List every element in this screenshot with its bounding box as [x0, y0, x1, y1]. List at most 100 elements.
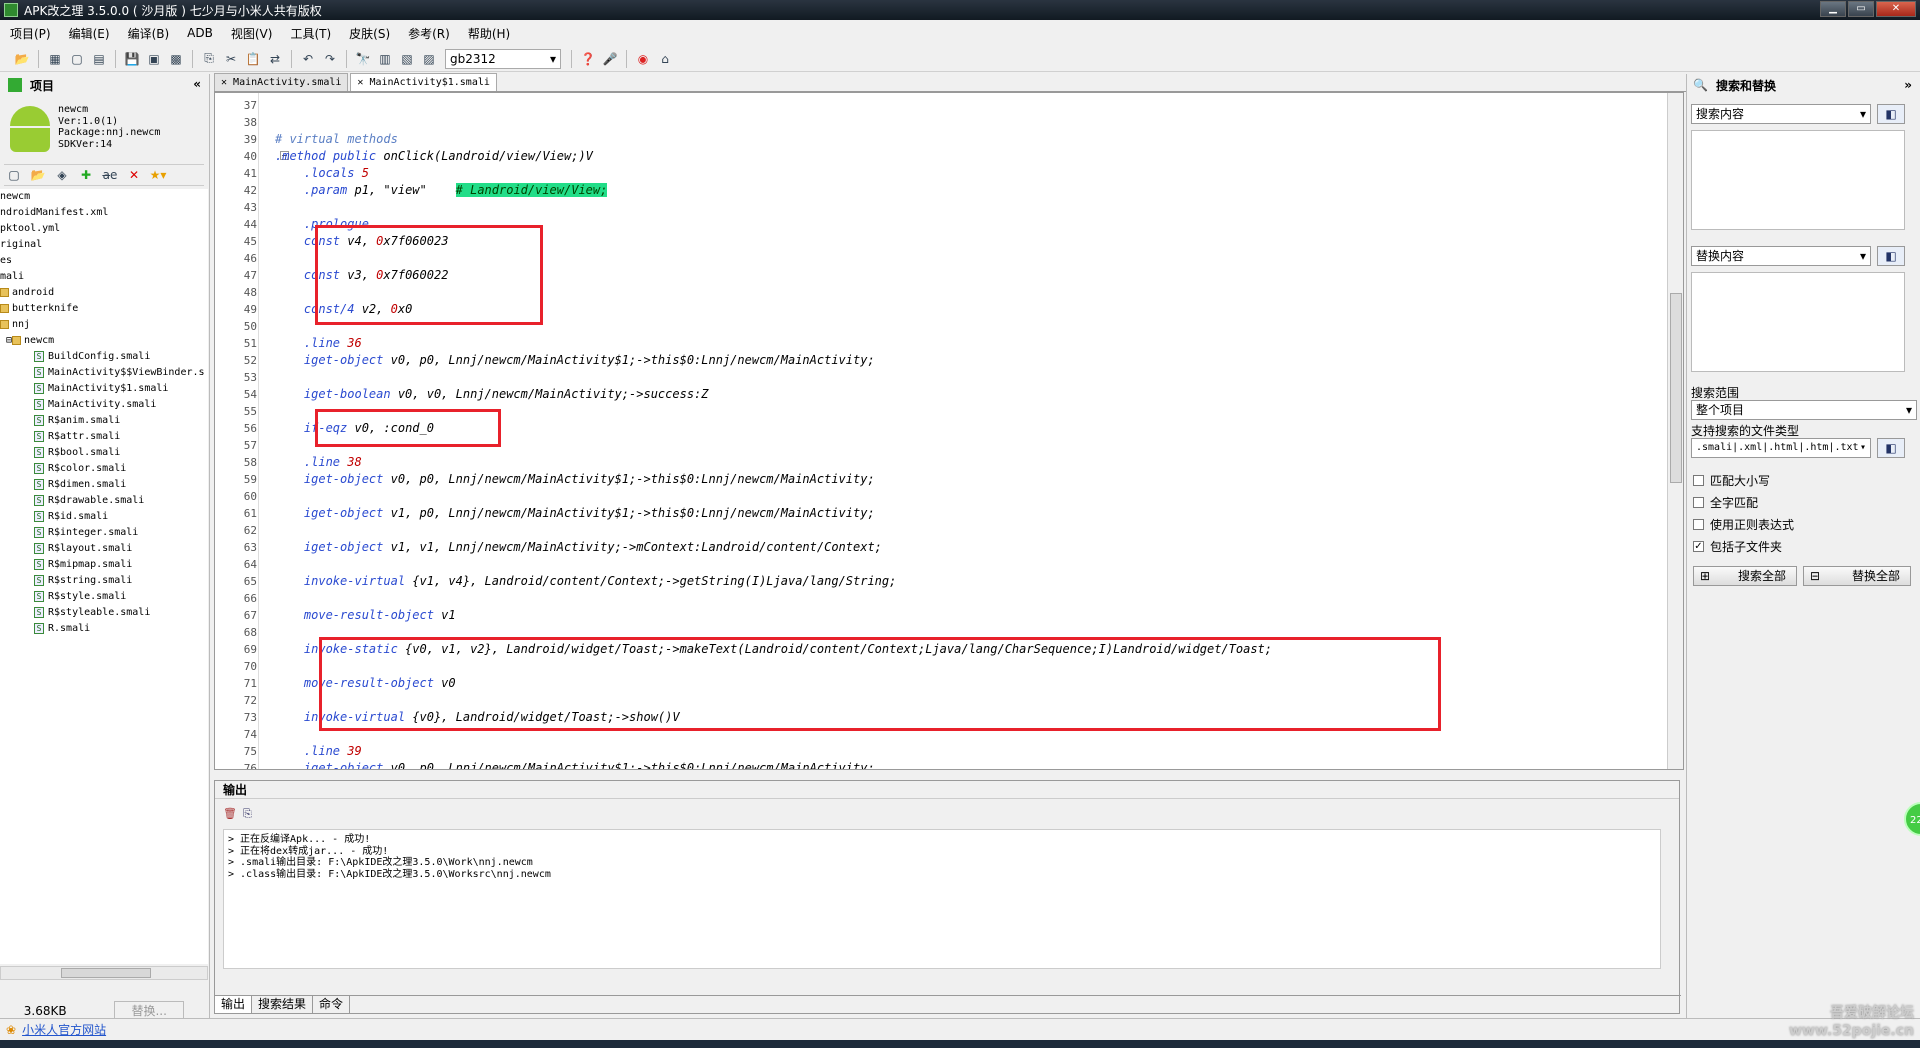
tree-file[interactable]: S R$style.smali [0, 589, 208, 605]
sign-icon[interactable]: ▨ [419, 49, 439, 69]
menu-help[interactable]: 帮助(H) [468, 25, 510, 42]
code-line[interactable]: 42 .param p1, "view" # Landroid/view/Vie… [244, 182, 1665, 199]
code-line[interactable]: 51 .line 36 [244, 335, 1665, 352]
tree-file[interactable]: S MainActivity.smali [0, 397, 208, 413]
build-icon[interactable]: ▥ [375, 49, 395, 69]
help-icon[interactable]: ❓ [578, 49, 598, 69]
checkbox-box[interactable] [1693, 475, 1704, 486]
code-line[interactable]: 43 [244, 199, 1665, 216]
find-icon[interactable]: 🔭 [353, 49, 373, 69]
maximize-button[interactable]: ▭ [1848, 1, 1874, 17]
code-line[interactable]: 39 # virtual methods [244, 131, 1665, 148]
tree-file[interactable]: S R$integer.smali [0, 525, 208, 541]
code-line[interactable]: 52 iget-object v0, p0, Lnnj/newcm/MainAc… [244, 352, 1665, 369]
checkmark-icon[interactable]: ✓ [1693, 541, 1704, 552]
replace-all-button[interactable]: ⊟ 替换全部 [1803, 566, 1911, 586]
menu-build[interactable]: 编译(B) [128, 25, 170, 42]
tree-file[interactable]: S R$bool.smali [0, 445, 208, 461]
code-line[interactable]: 60 [244, 488, 1665, 505]
copy-output-icon[interactable]: ⎘ [243, 807, 252, 821]
scrollbar-thumb[interactable] [1670, 293, 1682, 483]
tree-file[interactable]: S R$styleable.smali [0, 605, 208, 621]
code-line[interactable]: 76 iget-object v0, p0, Lnnj/newcm/MainAc… [244, 760, 1665, 769]
save-icon[interactable]: 💾 [122, 49, 142, 69]
tree-file[interactable]: S R.smali [0, 621, 208, 637]
code-line[interactable]: 62 [244, 522, 1665, 539]
include-subfolders-checkbox[interactable]: ✓ 包括子文件夹 [1693, 538, 1782, 555]
tree-folder[interactable]: butterknife [0, 301, 208, 317]
tree-item[interactable]: ndroidManifest.xml [0, 205, 208, 221]
code-line[interactable]: 38 [244, 114, 1665, 131]
search-all-button[interactable]: ⊞ 搜索全部 [1693, 566, 1797, 586]
open-folder-icon[interactable]: 📂 [28, 165, 48, 185]
tree-file[interactable]: S BuildConfig.smali [0, 349, 208, 365]
replace-text-area[interactable] [1691, 272, 1905, 372]
tree-item[interactable]: mali [0, 269, 208, 285]
tree-file[interactable]: S R$attr.smali [0, 429, 208, 445]
scrollbar-thumb[interactable] [61, 968, 151, 978]
tree-folder[interactable]: ⊟ newcm [0, 333, 208, 349]
tree-file[interactable]: S MainActivity$$ViewBinder.s [0, 365, 208, 381]
tab-search-results[interactable]: 搜索结果 [252, 996, 314, 1013]
code-line[interactable]: 67 move-result-object v1 [244, 607, 1665, 624]
regex-checkbox[interactable]: 使用正则表达式 [1693, 516, 1794, 533]
tree-file[interactable]: S R$color.smali [0, 461, 208, 477]
tree-folder[interactable]: android [0, 285, 208, 301]
official-site-link[interactable]: 小米人官方网站 [22, 1021, 106, 1038]
microphone-icon[interactable]: 🎤 [600, 49, 620, 69]
code-editor[interactable]: − 37 38 39 # virtual methods 40 .method publi… [214, 92, 1684, 770]
save-as-icon[interactable]: ▩ [166, 49, 186, 69]
collapse-panel-icon[interactable]: » [1904, 78, 1912, 92]
editor-vertical-scrollbar[interactable] [1667, 93, 1683, 769]
code-line[interactable]: 40 .method public onClick(Landroid/view/V… [244, 148, 1665, 165]
tree-file[interactable]: S R$mipmap.smali [0, 557, 208, 573]
whole-word-checkbox[interactable]: 全字匹配 [1693, 494, 1758, 511]
close-button[interactable]: ✕ [1876, 1, 1916, 17]
copy-icon[interactable]: ⎘ [199, 49, 219, 69]
scope-select[interactable]: 整个项目 ▾ [1691, 400, 1917, 420]
code-line[interactable]: 64 [244, 556, 1665, 573]
clear-output-icon[interactable]: 🗑 [223, 807, 237, 821]
menu-tools[interactable]: 工具(T) [290, 25, 331, 42]
tree-item[interactable]: newcm [0, 189, 208, 205]
collapse-panel-icon[interactable]: « [193, 77, 201, 91]
undo-icon[interactable]: ↶ [298, 49, 318, 69]
tree-file[interactable]: S R$string.smali [0, 573, 208, 589]
code-line[interactable]: 58 .line 38 [244, 454, 1665, 471]
paste-icon[interactable]: 📋 [243, 49, 263, 69]
menu-adb[interactable]: ADB [187, 26, 213, 40]
search-input[interactable]: 搜索内容 ▾ [1691, 104, 1871, 124]
compile-icon[interactable]: ▧ [397, 49, 417, 69]
filetypes-select[interactable]: .smali|.xml|.html|.htm|.txt ▾ [1691, 438, 1871, 458]
search-options-icon[interactable]: ◧ [1877, 104, 1905, 124]
document-icon[interactable]: ▢ [4, 165, 24, 185]
save-all-icon[interactable]: ▣ [144, 49, 164, 69]
replace-options-icon[interactable]: ◧ [1877, 246, 1905, 266]
tree-folder[interactable]: nnj [0, 317, 208, 333]
refresh-icon[interactable]: ◈ [52, 165, 72, 185]
tree-file[interactable]: S MainActivity$1.smali [0, 381, 208, 397]
tree-file[interactable]: S R$drawable.smali [0, 493, 208, 509]
home-icon[interactable]: ⌂ [655, 49, 675, 69]
code-line[interactable]: 63 iget-object v1, v1, Lnnj/newcm/MainAc… [244, 539, 1665, 556]
checkbox-box[interactable] [1693, 497, 1704, 508]
checkbox-box[interactable] [1693, 519, 1704, 530]
code-line[interactable]: 37 [244, 97, 1665, 114]
filetypes-options-icon[interactable]: ◧ [1877, 438, 1905, 458]
code-line[interactable]: 61 iget-object v1, p0, Lnnj/newcm/MainAc… [244, 505, 1665, 522]
search-text-area[interactable] [1691, 130, 1905, 230]
menu-skin[interactable]: 皮肤(S) [349, 25, 390, 42]
menu-reference[interactable]: 参考(R) [408, 25, 450, 42]
code-line[interactable]: 41 .locals 5 [244, 165, 1665, 182]
tab-mainactivity[interactable]: ✕ MainActivity.smali [214, 73, 349, 91]
redo-icon[interactable]: ↷ [320, 49, 340, 69]
tree-file[interactable]: S R$anim.smali [0, 413, 208, 429]
code-line[interactable]: 75 .line 39 [244, 743, 1665, 760]
tree-item[interactable]: riginal [0, 237, 208, 253]
code-line[interactable]: 65 invoke-virtual {v1, v4}, Landroid/con… [244, 573, 1665, 590]
delete-icon[interactable]: ✕ [124, 165, 144, 185]
minimize-button[interactable]: ▁ [1820, 1, 1846, 17]
tab-command[interactable]: 命令 [313, 996, 351, 1013]
tree-item[interactable]: pktool.yml [0, 221, 208, 237]
replace-input[interactable]: 替换内容 ▾ [1691, 246, 1871, 266]
